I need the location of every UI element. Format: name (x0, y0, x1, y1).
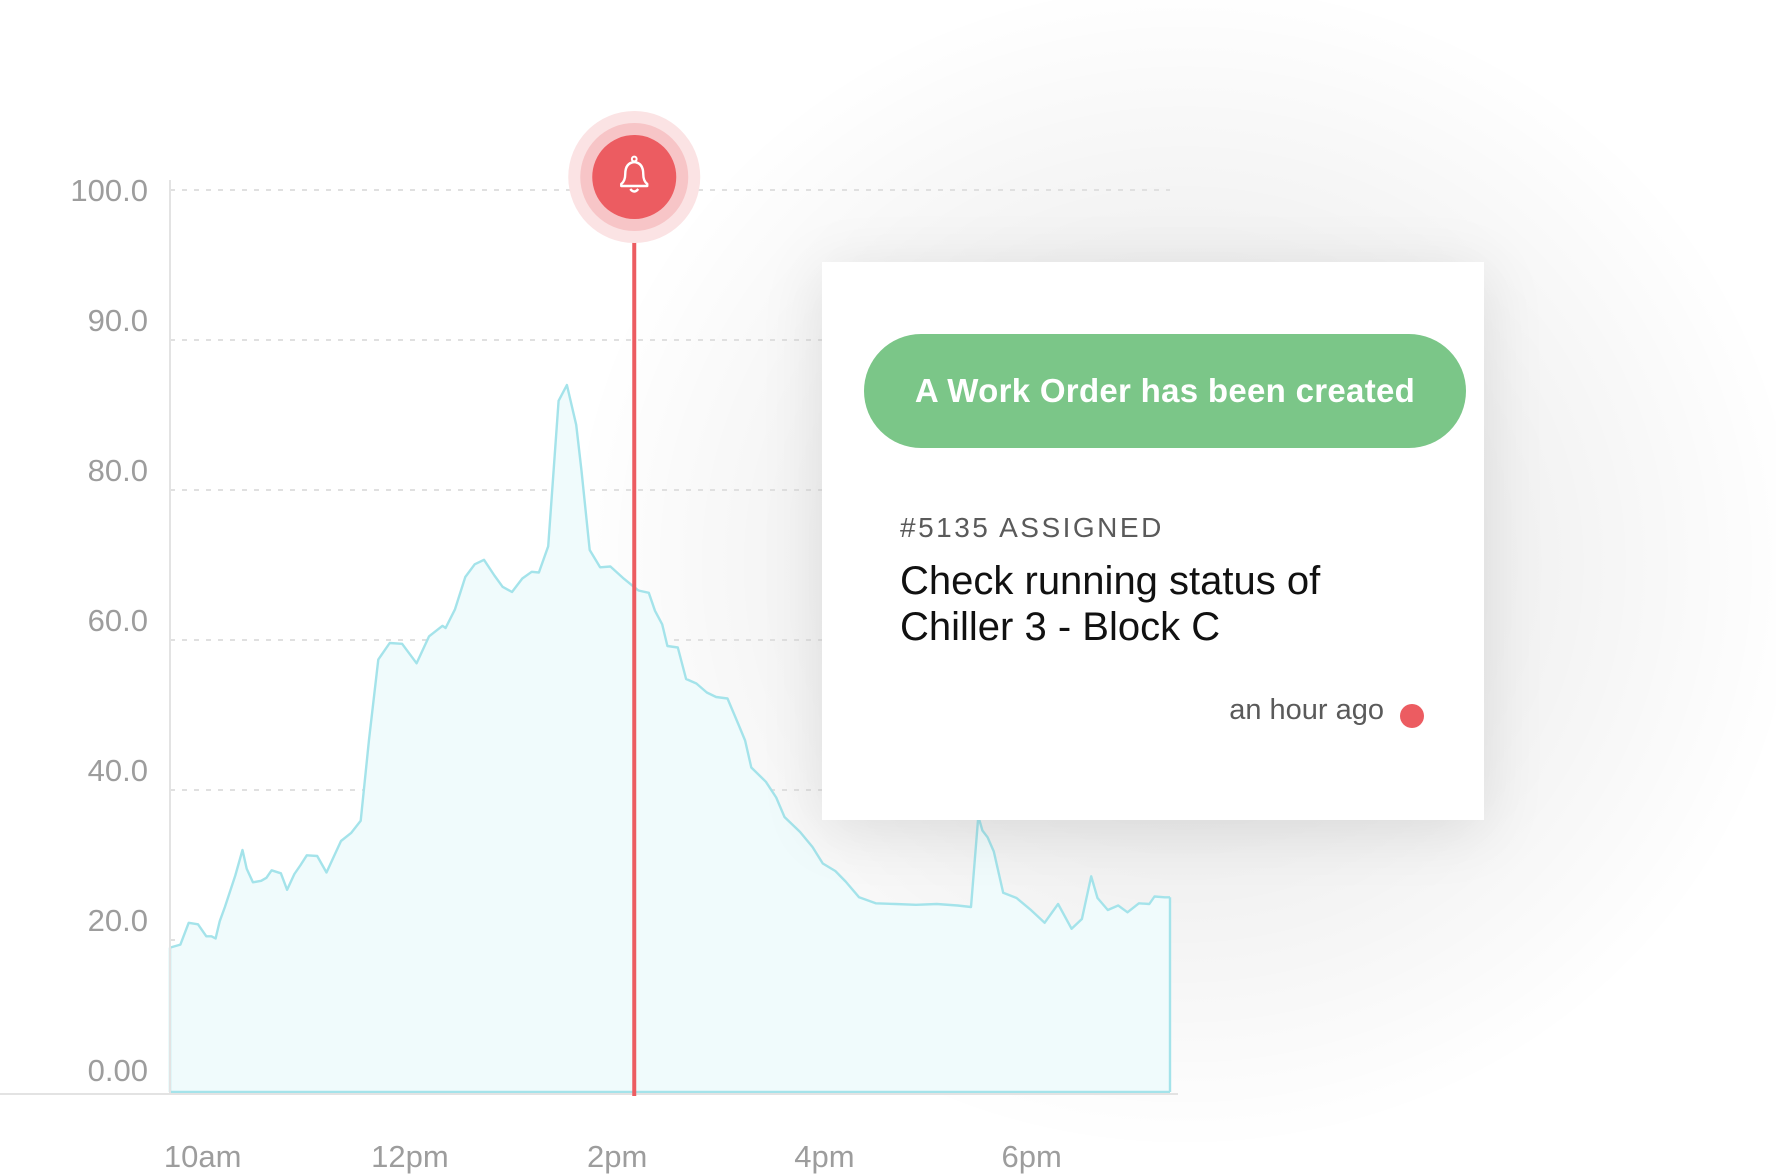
work-order-id: #5135 ASSIGNED (900, 512, 1164, 543)
y-axis-ticks: 100.0 90.0 80.0 60.0 40.0 20.0 0.00 (70, 173, 148, 1088)
y-tick-label: 40.0 (88, 753, 148, 788)
x-tick-label: 2pm (587, 1139, 647, 1174)
y-tick-label: 60.0 (88, 603, 148, 638)
y-tick-label: 20.0 (88, 903, 148, 938)
y-tick-label: 90.0 (88, 303, 148, 338)
y-tick-label: 0.00 (88, 1053, 148, 1088)
alert-badge (592, 135, 677, 219)
y-tick-label: 100.0 (70, 173, 148, 208)
y-tick-label: 80.0 (88, 453, 148, 488)
x-tick-label: 12pm (371, 1139, 449, 1174)
notification-card[interactable]: A Work Order has been created #5135 ASSI… (822, 262, 1484, 820)
work-order-time: an hour ago (1229, 694, 1384, 726)
work-order-banner: A Work Order has been created (864, 334, 1466, 448)
x-axis-ticks: 10am 12pm 2pm 4pm 6pm (164, 1139, 1062, 1174)
unread-dot (1400, 704, 1424, 728)
x-tick-label: 6pm (1001, 1139, 1061, 1174)
x-tick-label: 10am (164, 1139, 242, 1174)
x-tick-label: 4pm (794, 1139, 854, 1174)
work-order-title: Check running status of Chiller 3 - Bloc… (900, 559, 1321, 649)
